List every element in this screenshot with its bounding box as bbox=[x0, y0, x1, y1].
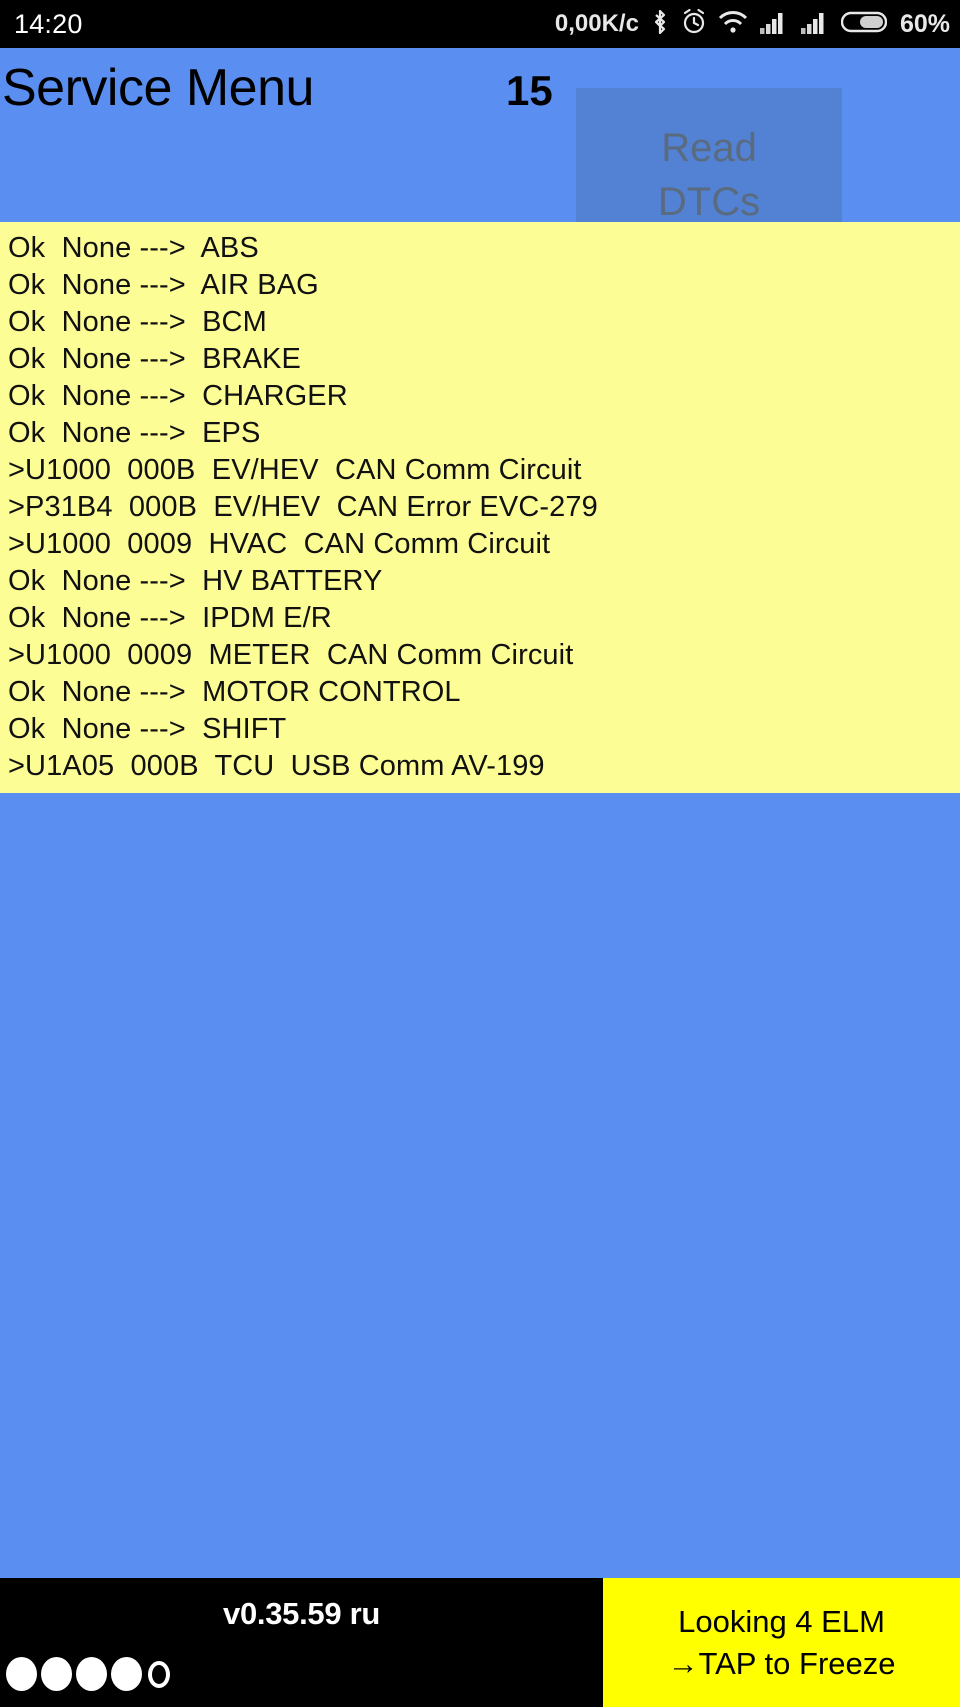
bottom-bar: v0.35.59 ru Looking 4 ELM →TAP to Freeze bbox=[0, 1578, 960, 1707]
signal-sim2-icon bbox=[800, 9, 830, 40]
battery-percent-label: 60% bbox=[899, 9, 950, 38]
read-dtcs-label-line1: Read bbox=[661, 125, 757, 170]
elm-status-panel[interactable]: Looking 4 ELM →TAP to Freeze bbox=[603, 1578, 960, 1707]
dtc-row[interactable]: >U1A05 000B TCU USB Comm AV-199 bbox=[0, 748, 960, 785]
signal-sim1-icon bbox=[759, 9, 789, 40]
dtc-row[interactable]: Ok None ---> IPDM E/R bbox=[0, 600, 960, 637]
version-label: v0.35.59 ru bbox=[223, 1596, 380, 1631]
dtc-count-badge: 15 bbox=[506, 67, 553, 114]
bluetooth-icon bbox=[650, 8, 670, 41]
status-icons-group: 0,00K/c 60% bbox=[555, 8, 950, 41]
progress-dot-hollow bbox=[148, 1660, 170, 1688]
app-screen: 14:20 0,00K/c 60% Service Menu 15 Read D… bbox=[0, 0, 960, 1707]
dtc-row[interactable]: Ok None ---> BRAKE bbox=[0, 341, 960, 378]
app-header: Service Menu 15 Read DTCs bbox=[0, 48, 960, 261]
dtc-row[interactable]: Ok None ---> EPS bbox=[0, 415, 960, 452]
dtc-row[interactable]: Ok None ---> ABS bbox=[0, 230, 960, 267]
progress-dots bbox=[6, 1657, 170, 1691]
dtc-row[interactable]: Ok None ---> SHIFT bbox=[0, 711, 960, 748]
dtc-row[interactable]: >U1000 0009 METER CAN Comm Circuit bbox=[0, 637, 960, 674]
dtc-row[interactable]: Ok None ---> AIR BAG bbox=[0, 267, 960, 304]
elm-status-line1: Looking 4 ELM bbox=[678, 1603, 885, 1639]
read-dtcs-label-line2: DTCs bbox=[657, 179, 761, 224]
progress-dot-filled bbox=[111, 1657, 142, 1691]
dtc-row[interactable]: Ok None ---> BCM bbox=[0, 304, 960, 341]
alarm-icon bbox=[681, 8, 707, 41]
dtc-row[interactable]: Ok None ---> HV BATTERY bbox=[0, 563, 960, 600]
dtc-row[interactable]: >P31B4 000B EV/HEV CAN Error EVC-279 bbox=[0, 489, 960, 526]
status-bar: 14:20 0,00K/c 60% bbox=[0, 0, 960, 48]
dtc-row[interactable]: >U1000 0009 HVAC CAN Comm Circuit bbox=[0, 526, 960, 563]
network-speed-label: 0,00K/c bbox=[554, 10, 639, 37]
dtc-row[interactable]: Ok None ---> MOTOR CONTROL bbox=[0, 674, 960, 711]
progress-dot-filled bbox=[41, 1657, 72, 1691]
progress-dot-filled bbox=[6, 1657, 37, 1691]
page-title: Service Menu bbox=[2, 59, 314, 117]
elm-status-line2: →TAP to Freeze bbox=[667, 1645, 896, 1681]
dtc-list[interactable]: Ok None ---> ABS Ok None ---> AIR BAG Ok N… bbox=[0, 222, 960, 793]
progress-dot-filled bbox=[76, 1657, 107, 1691]
dtc-row[interactable]: >U1000 000B EV/HEV CAN Comm Circuit bbox=[0, 452, 960, 489]
content-area bbox=[0, 793, 960, 1578]
status-clock: 14:20 bbox=[14, 8, 83, 39]
battery-icon bbox=[840, 9, 888, 40]
dtc-row[interactable]: Ok None ---> CHARGER bbox=[0, 378, 960, 415]
wifi-icon bbox=[718, 9, 748, 40]
